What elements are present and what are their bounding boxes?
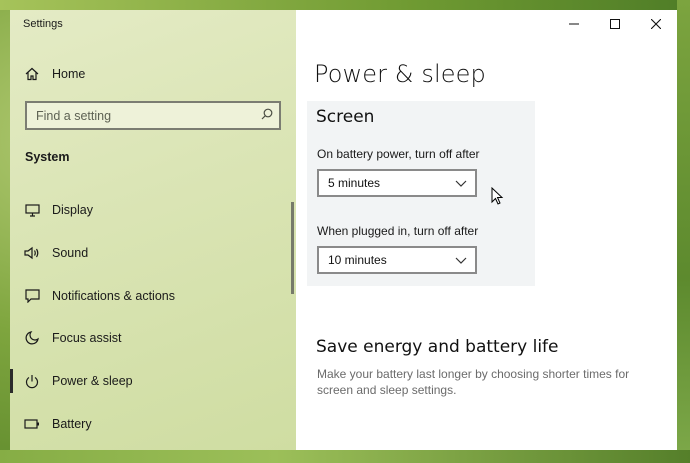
notification-icon: [10, 277, 52, 315]
sidebar: Settings Home System: [10, 10, 296, 450]
sidebar-item-label: Sound: [52, 246, 89, 260]
search-icon[interactable]: [261, 107, 273, 125]
scrollbar[interactable]: [291, 202, 294, 294]
plugged-in-timeout-dropdown[interactable]: 10 minutes: [317, 246, 477, 274]
close-icon: [650, 16, 662, 34]
minimize-icon: [569, 16, 579, 34]
search-input[interactable]: [36, 108, 261, 123]
sidebar-item-sound[interactable]: Sound: [10, 234, 296, 272]
maximize-icon: [610, 16, 620, 34]
save-energy-heading: Save energy and battery life: [316, 337, 559, 357]
sidebar-item-focus-assist[interactable]: Focus assist: [10, 319, 296, 357]
minimize-button[interactable]: [553, 10, 595, 40]
dropdown-value: 10 minutes: [328, 253, 387, 267]
battery-timeout-label: On battery power, turn off after: [317, 147, 480, 161]
battery-timeout-dropdown[interactable]: 5 minutes: [317, 169, 477, 197]
main-content: Power & sleep Screen On battery power, t…: [296, 10, 677, 450]
sidebar-item-label: Home: [52, 67, 86, 81]
chevron-down-icon: [455, 174, 467, 192]
sidebar-item-label: Display: [52, 203, 93, 217]
chevron-down-icon: [455, 251, 467, 269]
power-icon: [10, 362, 52, 400]
desktop-wallpaper-right: [677, 0, 690, 463]
speaker-icon: [10, 234, 52, 272]
sidebar-item-notifications[interactable]: Notifications & actions: [10, 277, 296, 315]
save-energy-description: Make your battery last longer by choosin…: [317, 367, 630, 397]
settings-window: Settings Home System: [10, 10, 677, 450]
app-title: Settings: [23, 18, 63, 30]
sidebar-item-home[interactable]: Home: [10, 55, 296, 93]
desktop-wallpaper-bottom: [0, 450, 690, 463]
section-header: System: [25, 150, 70, 164]
sidebar-item-battery[interactable]: Battery: [10, 405, 296, 443]
search-field[interactable]: [25, 101, 281, 130]
sidebar-item-label: Power & sleep: [52, 374, 133, 388]
display-icon: [10, 191, 52, 229]
sidebar-item-label: Notifications & actions: [52, 289, 175, 303]
sidebar-item-power-sleep[interactable]: Power & sleep: [10, 362, 296, 400]
dropdown-value: 5 minutes: [328, 176, 381, 190]
page-title: Power & sleep: [314, 60, 486, 88]
sidebar-item-label: Battery: [52, 417, 92, 431]
close-button[interactable]: [635, 10, 677, 40]
desktop-wallpaper: [0, 0, 690, 10]
selected-indicator: [10, 369, 13, 393]
maximize-button[interactable]: [594, 10, 636, 40]
moon-icon: [10, 319, 52, 357]
home-icon: [10, 55, 52, 93]
section-heading: Screen: [316, 107, 375, 127]
sidebar-item-display[interactable]: Display: [10, 191, 296, 229]
mouse-cursor-icon: [491, 186, 505, 207]
plugged-in-timeout-label: When plugged in, turn off after: [317, 224, 479, 238]
sidebar-item-label: Focus assist: [52, 331, 122, 345]
battery-icon: [10, 405, 52, 443]
